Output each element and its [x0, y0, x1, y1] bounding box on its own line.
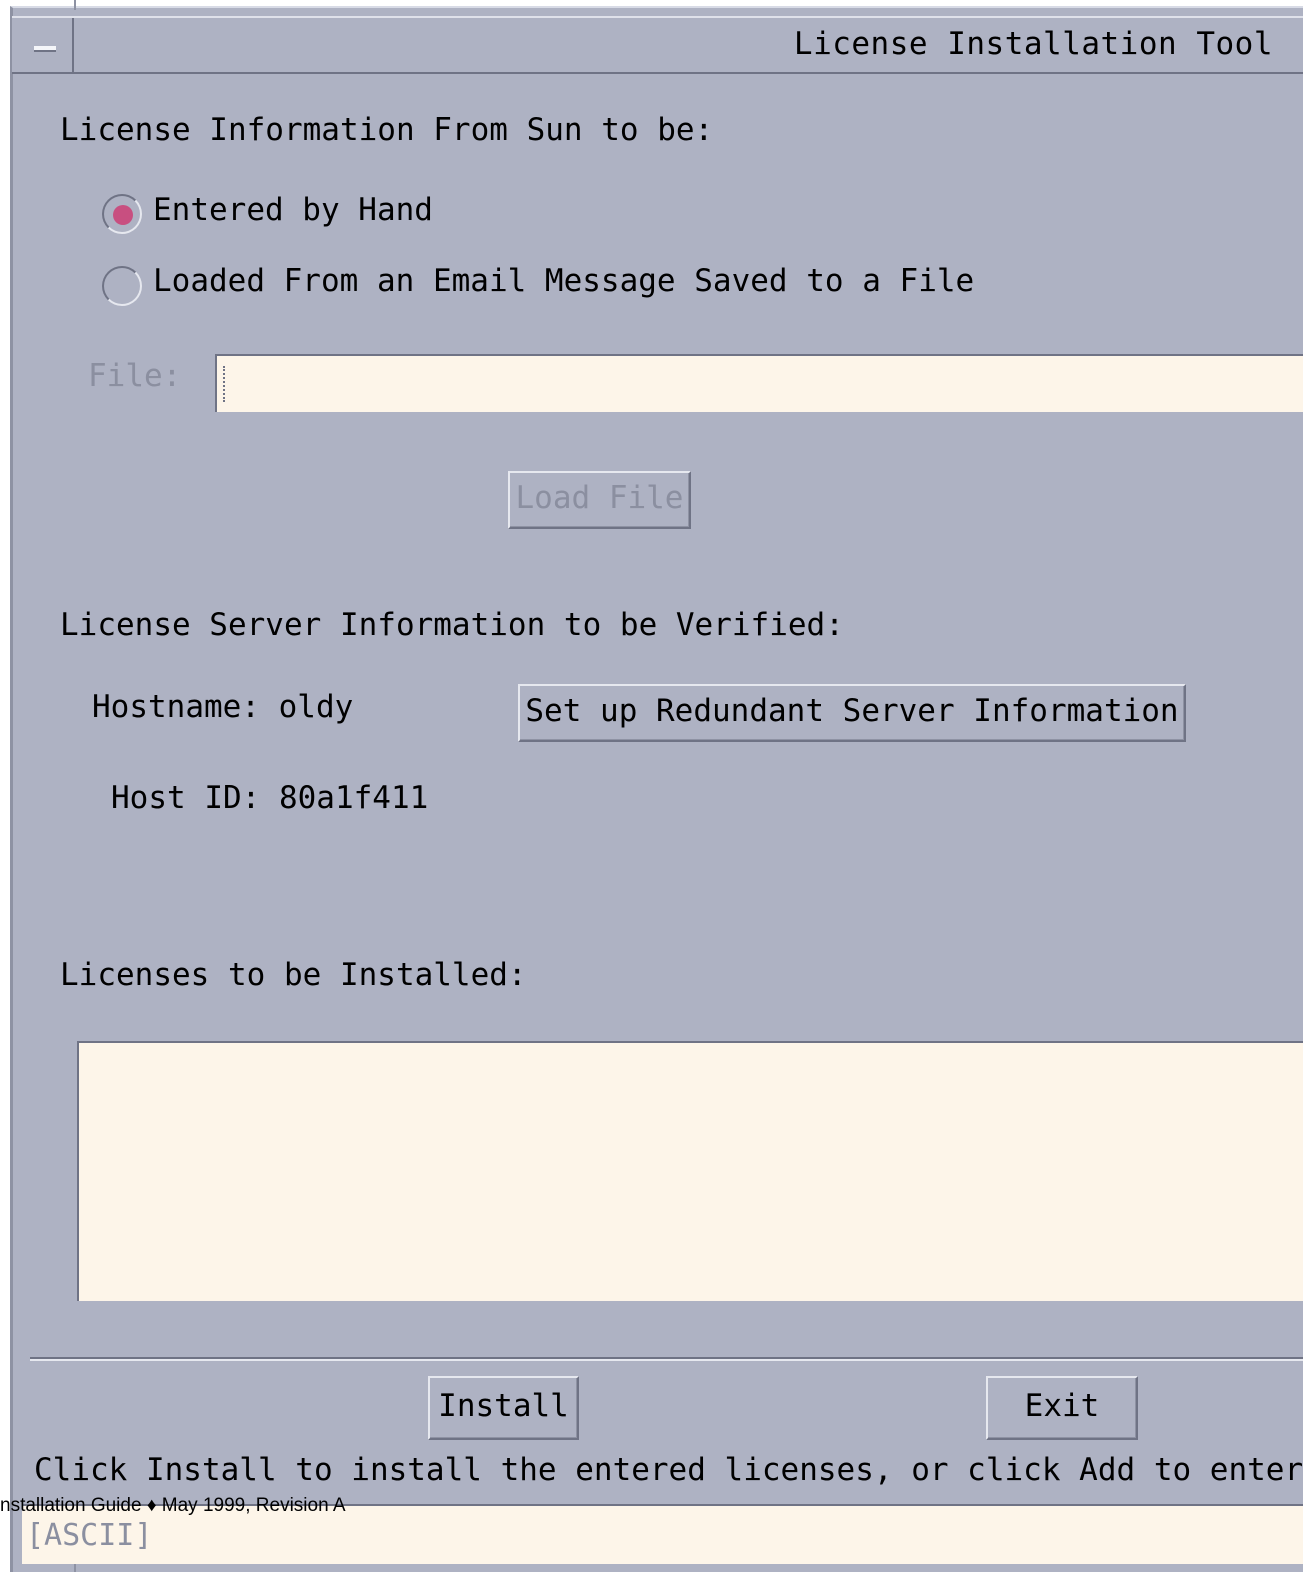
radio-loaded-from-email-label[interactable]: Loaded From an Email Message Saved to a … — [153, 263, 974, 299]
licenses-list[interactable] — [77, 1041, 1303, 1301]
window-frame-tick-bottom — [74, 1564, 76, 1572]
server-info-heading: License Server Information to be Verifie… — [60, 607, 844, 643]
licenses-heading: Licenses to be Installed: — [60, 957, 527, 993]
window-menu-button[interactable] — [12, 18, 74, 72]
input-mode-indicator: [ASCII] — [26, 1518, 153, 1553]
window-title: License Installation Tool — [793, 26, 1273, 62]
radio-selected-dot — [113, 205, 133, 225]
minus-icon — [34, 46, 56, 52]
text-cursor — [223, 366, 227, 402]
radio-loaded-from-email[interactable] — [102, 266, 142, 306]
load-file-button[interactable]: Load File — [508, 471, 691, 529]
radio-entered-by-hand[interactable] — [102, 194, 142, 234]
install-button[interactable]: Install — [428, 1376, 579, 1440]
title-bar[interactable]: License Installation Tool — [12, 16, 1303, 74]
license-info-heading: License Information From Sun to be: — [60, 112, 714, 148]
host-id-text: Host ID: 80a1f411 — [111, 780, 429, 816]
window-frame-tick — [74, 0, 76, 10]
file-label: File: — [88, 358, 182, 394]
hostname-text: Hostname: oldy — [92, 689, 354, 725]
exit-button[interactable]: Exit — [986, 1376, 1138, 1440]
file-path-input[interactable] — [215, 354, 1303, 412]
radio-entered-by-hand-label[interactable]: Entered by Hand — [153, 192, 433, 228]
status-message: Click Install to install the entered lic… — [34, 1452, 1303, 1488]
redundant-server-button[interactable]: Set up Redundant Server Information — [518, 684, 1186, 742]
document-footer: nstallation Guide ♦ May 1999, Revision A — [0, 1495, 346, 1516]
divider — [30, 1357, 1303, 1361]
